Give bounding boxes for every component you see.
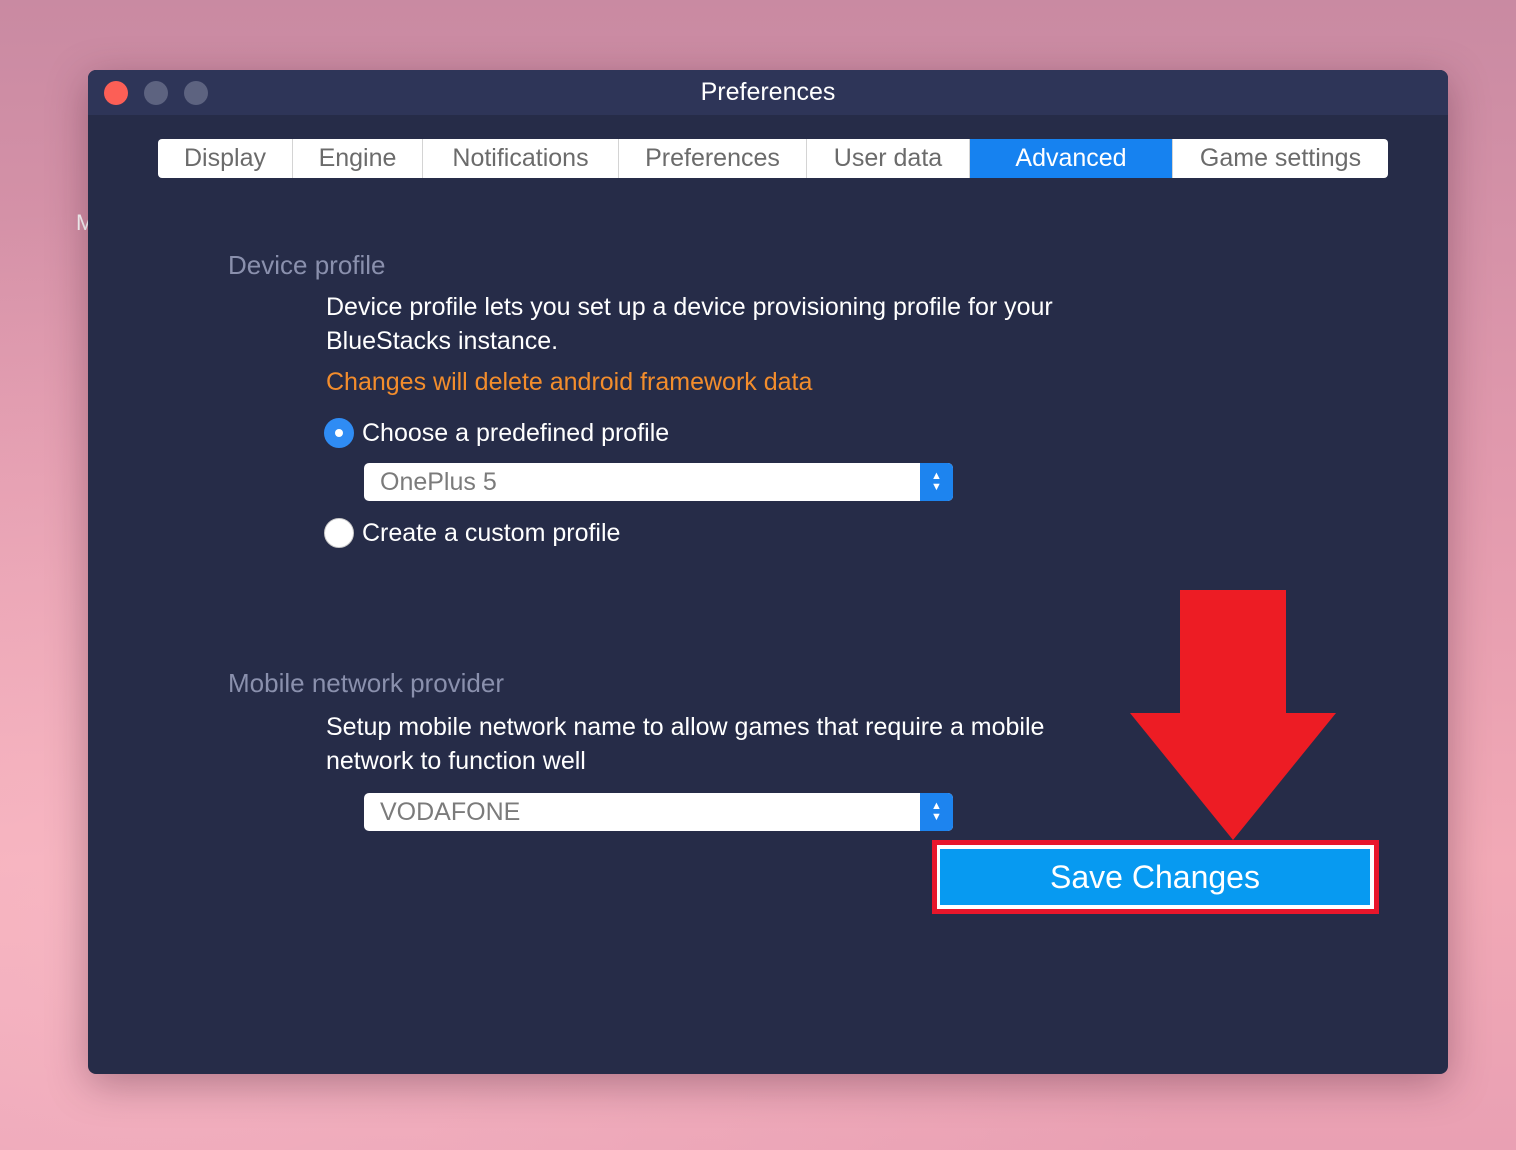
preferences-window: Preferences Display Engine Notifications… <box>88 70 1448 1074</box>
device-profile-select[interactable]: OnePlus 5 ▲ ▼ <box>364 463 953 501</box>
predefined-profile-radio[interactable] <box>324 418 354 448</box>
mobile-network-heading: Mobile network provider <box>228 668 505 698</box>
network-provider-select[interactable]: VODAFONE ▲ ▼ <box>364 793 953 831</box>
save-changes-button[interactable]: Save Changes <box>940 849 1370 905</box>
device-profile-description: Device profile lets you set up a device … <box>326 293 1053 355</box>
up-down-chevron-icon: ▲ ▼ <box>920 463 953 501</box>
window-title: Preferences <box>700 78 836 106</box>
predefined-profile-option[interactable]: Choose a predefined profile <box>324 416 669 450</box>
tab-game-settings[interactable]: Game settings <box>1173 139 1388 178</box>
up-down-chevron-icon: ▲ ▼ <box>920 793 953 831</box>
custom-profile-option[interactable]: Create a custom profile <box>324 516 620 550</box>
custom-profile-label: Create a custom profile <box>362 518 621 547</box>
tab-bar: Display Engine Notifications Preferences… <box>158 139 1388 178</box>
custom-profile-radio[interactable] <box>324 518 354 548</box>
device-profile-value: OnePlus 5 <box>380 468 497 496</box>
predefined-profile-label: Choose a predefined profile <box>362 418 670 447</box>
network-provider-value: VODAFONE <box>380 798 521 826</box>
tab-display[interactable]: Display <box>158 139 293 178</box>
tab-preferences[interactable]: Preferences <box>619 139 807 178</box>
mobile-network-description: Setup mobile network name to allow games… <box>326 713 1045 775</box>
titlebar: Preferences <box>88 70 1448 115</box>
device-profile-warning: Changes will delete android framework da… <box>326 368 813 396</box>
device-profile-heading: Device profile <box>228 250 386 280</box>
tab-notifications[interactable]: Notifications <box>423 139 619 178</box>
tab-user-data[interactable]: User data <box>807 139 970 178</box>
tab-engine[interactable]: Engine <box>293 139 423 178</box>
red-down-arrow-icon <box>1130 590 1336 840</box>
tab-advanced[interactable]: Advanced <box>970 139 1173 178</box>
